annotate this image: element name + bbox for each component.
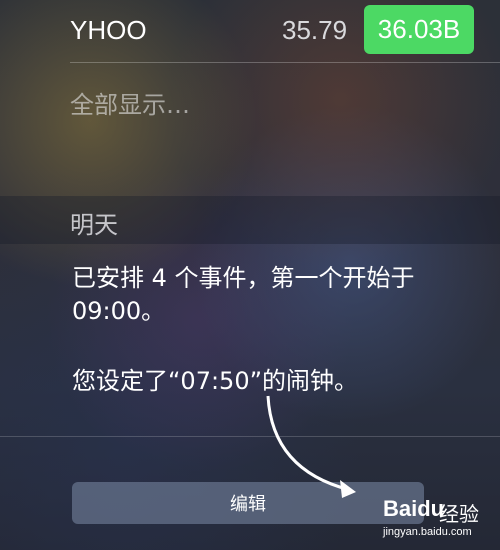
watermark-url: jingyan.baidu.com (383, 526, 472, 538)
tomorrow-section-header: 明天 (0, 196, 500, 244)
watermark: Baidu 经验 jingyan.baidu.com (383, 496, 495, 546)
show-all-link[interactable]: 全部显示… (70, 85, 190, 120)
stock-price: 35.79 (282, 15, 348, 45)
alarm-text: 您设定了“07:50”的闹钟。 (72, 367, 359, 395)
event-summary: 已安排 4 个事件，第一个开始于 09:00。 (72, 264, 415, 325)
watermark-text: 经验 (439, 502, 479, 526)
edit-button[interactable]: 编辑 (72, 482, 424, 524)
divider (70, 62, 500, 63)
divider (0, 436, 500, 437)
stock-symbol: YHOO (70, 15, 147, 45)
stock-row[interactable]: YHOO 35.79 36.03B (0, 0, 500, 62)
stock-market-cap-badge[interactable]: 36.03B (364, 5, 474, 54)
baidu-logo: Baidu (383, 496, 445, 521)
section-title: 明天 (70, 211, 118, 239)
